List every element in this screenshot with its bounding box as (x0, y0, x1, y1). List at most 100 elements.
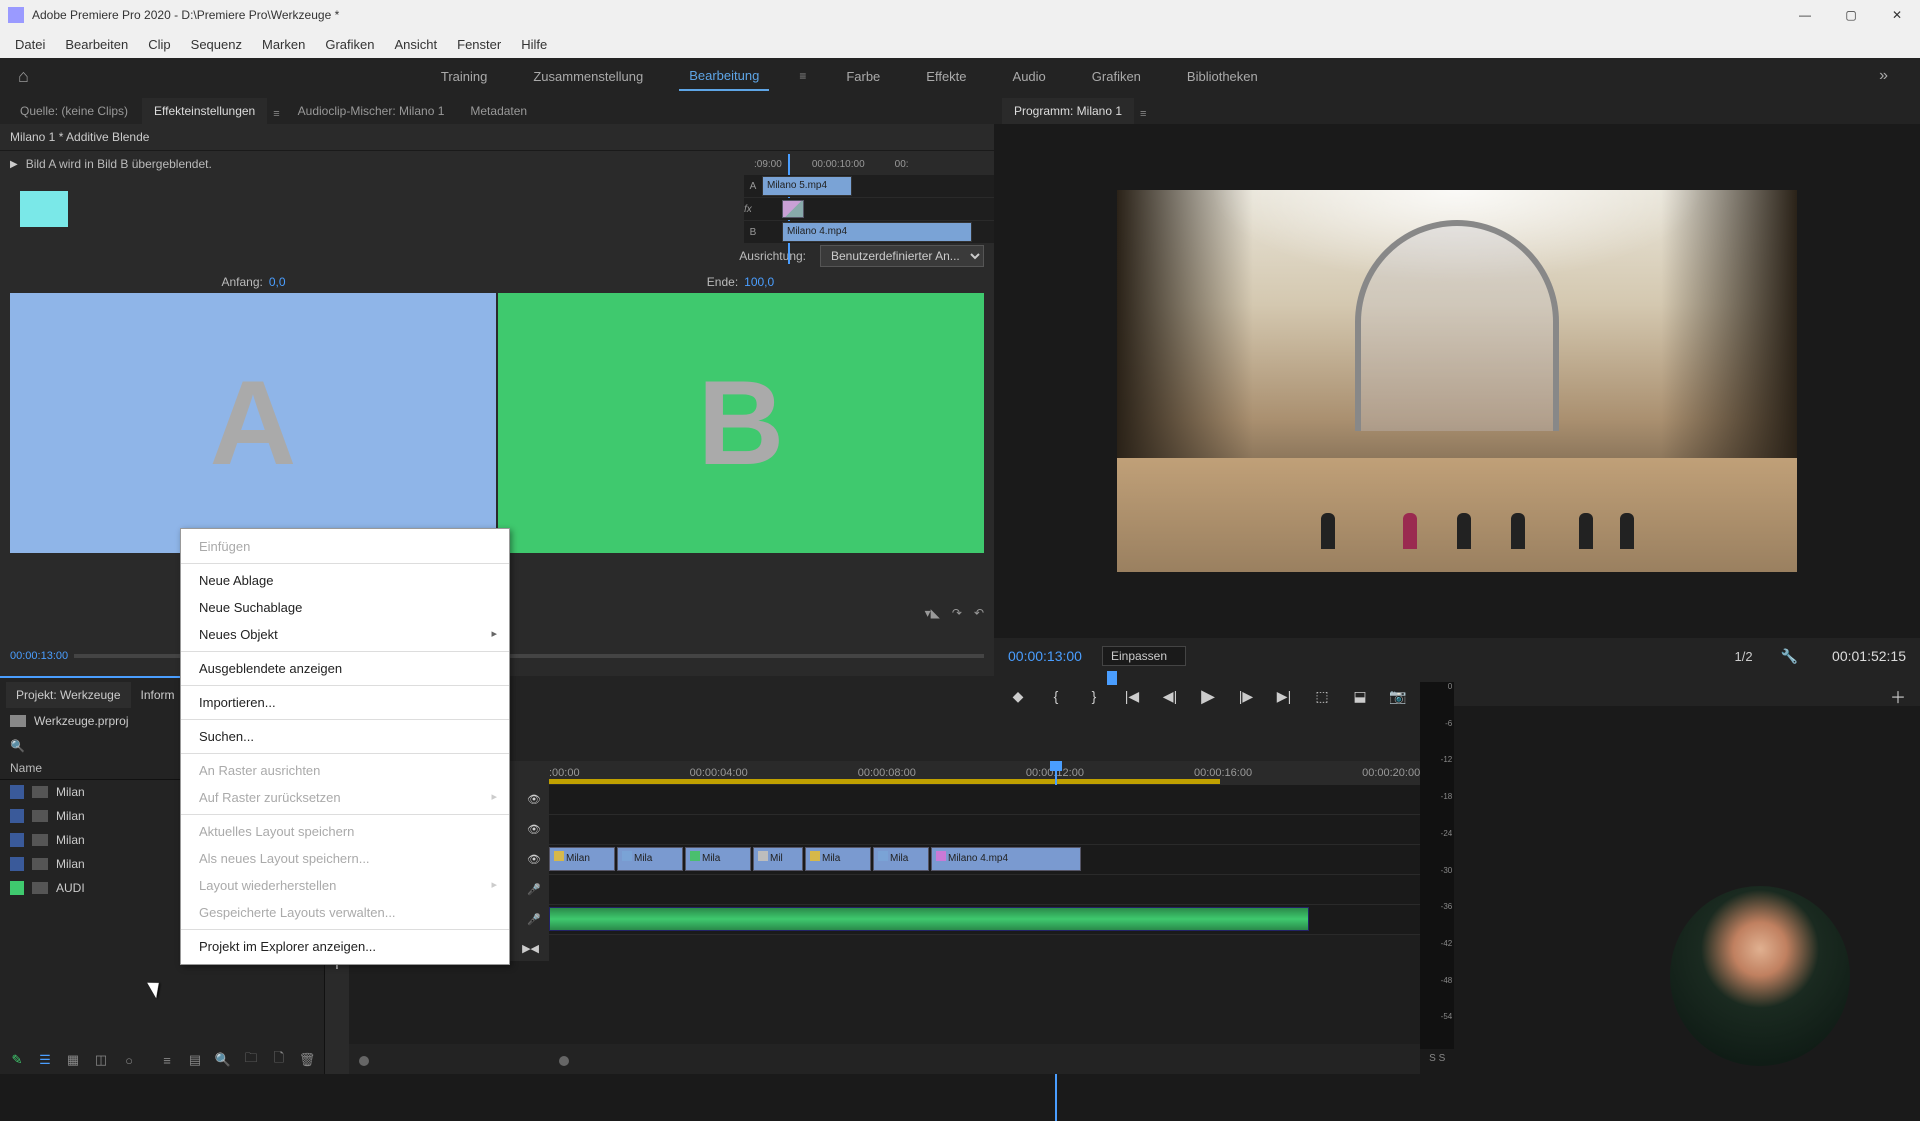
eye-icon[interactable]: 👁 (527, 793, 541, 806)
tab-audioclip-mixer[interactable]: Audioclip-Mischer: Milano 1 (286, 98, 457, 124)
voice-icon[interactable]: 🎤 (527, 913, 541, 926)
timeline-clip[interactable]: Mil (753, 847, 803, 871)
alignment-select[interactable]: Benutzerdefinierter An... (820, 245, 984, 267)
context-menu-item[interactable]: Suchen... (181, 723, 509, 750)
context-menu-item[interactable]: Neues Objekt▸ (181, 621, 509, 648)
ws-grafiken[interactable]: Grafiken (1082, 63, 1151, 90)
tab-source[interactable]: Quelle: (keine Clips) (8, 98, 140, 124)
icon-view-icon[interactable]: ▦ (64, 1052, 82, 1068)
tab-program[interactable]: Programm: Milano 1 (1002, 98, 1134, 124)
home-icon[interactable]: ⌂ (18, 66, 29, 87)
add-marker-icon[interactable]: ◆ (1008, 688, 1028, 705)
mini-transition-block[interactable] (782, 200, 804, 218)
timeline-clip[interactable]: Mila (873, 847, 929, 871)
new-bin-icon[interactable]: 🗀 (242, 1049, 260, 1071)
program-timecode-right[interactable]: 00:01:52:15 (1832, 648, 1906, 664)
ws-training[interactable]: Training (431, 63, 497, 90)
work-area-bar[interactable] (549, 779, 1220, 784)
list-view-icon[interactable]: ☰ (36, 1052, 54, 1068)
program-timecode-left[interactable]: 00:00:13:00 (1008, 648, 1082, 664)
go-to-out-icon[interactable]: ▶| (1274, 688, 1294, 705)
menu-datei[interactable]: Datei (6, 33, 54, 56)
search-icon[interactable]: 🔍 (10, 739, 25, 753)
menu-sequenz[interactable]: Sequenz (182, 33, 251, 56)
import-icon[interactable]: ↶ (974, 606, 984, 620)
program-scrub-head[interactable] (1107, 671, 1117, 685)
eye-icon[interactable]: 👁 (527, 853, 541, 866)
mini-clip-a[interactable]: Milano 5.mp4 (762, 176, 852, 196)
close-button[interactable]: ✕ (1874, 0, 1920, 30)
context-menu-item[interactable]: Neue Suchablage (181, 594, 509, 621)
menu-ansicht[interactable]: Ansicht (385, 33, 446, 56)
program-menu-icon[interactable]: ≡ (1136, 104, 1150, 124)
menu-marken[interactable]: Marken (253, 33, 314, 56)
zoom-handle-left[interactable] (359, 1056, 369, 1066)
expand-icon[interactable]: ▶◀ (522, 942, 539, 955)
ws-bearbeitung[interactable]: Bearbeitung (679, 62, 769, 91)
step-forward-icon[interactable]: |▶ (1236, 688, 1256, 705)
timeline-clip[interactable]: Mila (685, 847, 751, 871)
menu-hilfe[interactable]: Hilfe (512, 33, 556, 56)
ws-audio[interactable]: Audio (1003, 63, 1056, 90)
step-back-icon[interactable]: ◀| (1160, 688, 1180, 705)
context-menu-item[interactable]: Neue Ablage (181, 567, 509, 594)
lift-icon[interactable]: ⬚ (1312, 688, 1332, 705)
ws-farbe[interactable]: Farbe (836, 63, 890, 90)
play-icon[interactable]: ▶ (1198, 686, 1218, 707)
ws-zusammenstellung[interactable]: Zusammenstellung (523, 63, 653, 90)
zoom-slider-handle-icon[interactable]: ○ (120, 1053, 138, 1068)
voice-icon[interactable]: 🎤 (527, 883, 541, 896)
export-frame-icon[interactable]: 📷 (1388, 688, 1408, 705)
zoom-handle-right[interactable] (559, 1056, 569, 1066)
context-menu-item[interactable]: Importieren... (181, 689, 509, 716)
go-to-in-icon[interactable]: |◀ (1122, 688, 1142, 705)
tab-metadaten[interactable]: Metadaten (458, 98, 539, 124)
mini-clip-b[interactable]: Milano 4.mp4 (782, 222, 972, 242)
mark-out-icon[interactable]: } (1084, 688, 1104, 704)
effect-timecode[interactable]: 00:00:13:00 (10, 650, 68, 662)
filter-icon[interactable]: ▾◣ (925, 606, 940, 620)
export-icon[interactable]: ↷ (952, 606, 962, 620)
find-icon[interactable]: 🔍 (214, 1052, 232, 1068)
button-editor-icon[interactable]: ＋ (1890, 684, 1906, 708)
effect-mini-timeline[interactable]: :09:00 00:00:10:00 00: A Milano 5.mp4 fx… (744, 154, 994, 244)
timeline-zoom-scroll[interactable] (349, 1044, 1420, 1074)
timeline-clip[interactable]: Mila (617, 847, 683, 871)
minimize-button[interactable]: — (1782, 0, 1828, 30)
tab-info[interactable]: Inform (131, 682, 185, 708)
timeline-clip[interactable]: Milano 4.mp4 (931, 847, 1081, 871)
end-value[interactable]: 100,0 (744, 275, 774, 289)
menu-grafiken[interactable]: Grafiken (316, 33, 383, 56)
tab-effect-menu-icon[interactable]: ≡ (269, 104, 283, 124)
context-menu-item[interactable]: Projekt im Explorer anzeigen... (181, 933, 509, 960)
tab-effekteinstellungen[interactable]: Effekteinstellungen (142, 98, 267, 124)
tab-project[interactable]: Projekt: Werkzeuge (6, 682, 131, 708)
menu-fenster[interactable]: Fenster (448, 33, 510, 56)
new-item-icon[interactable]: 🗋 (270, 1049, 288, 1071)
timeline-clip[interactable]: Mila (805, 847, 871, 871)
ws-bibliotheken[interactable]: Bibliotheken (1177, 63, 1268, 90)
play-transition-icon[interactable]: ▶ (10, 159, 18, 170)
ws-active-menu-icon[interactable]: ≡ (795, 65, 810, 87)
start-value[interactable]: 0,0 (269, 275, 286, 289)
trash-icon[interactable]: 🗑 (298, 1052, 316, 1068)
timeline-clip[interactable]: Milan (549, 847, 615, 871)
eye-icon[interactable]: 👁 (527, 823, 541, 836)
extract-icon[interactable]: ⬓ (1350, 688, 1370, 705)
ws-effekte[interactable]: Effekte (916, 63, 976, 90)
playback-resolution[interactable]: 1/2 (1735, 649, 1753, 664)
mark-in-icon[interactable]: { (1046, 688, 1066, 704)
wrench-icon[interactable]: 🔧 (1781, 648, 1798, 665)
workspace-overflow-icon[interactable]: » (1879, 67, 1888, 85)
automate-icon[interactable]: ▤ (186, 1052, 204, 1068)
zoom-fit-select[interactable]: Einpassen (1102, 646, 1186, 666)
menu-clip[interactable]: Clip (139, 33, 179, 56)
sort-icon[interactable]: ≡ (158, 1053, 176, 1068)
context-menu-item[interactable]: Ausgeblendete anzeigen (181, 655, 509, 682)
menu-bearbeiten[interactable]: Bearbeiten (56, 33, 137, 56)
pen-icon[interactable]: ✎ (8, 1052, 26, 1068)
freeform-view-icon[interactable]: ◫ (92, 1052, 110, 1068)
audio-clip[interactable] (549, 907, 1309, 931)
maximize-button[interactable]: ▢ (1828, 0, 1874, 30)
program-video[interactable] (1117, 190, 1797, 573)
